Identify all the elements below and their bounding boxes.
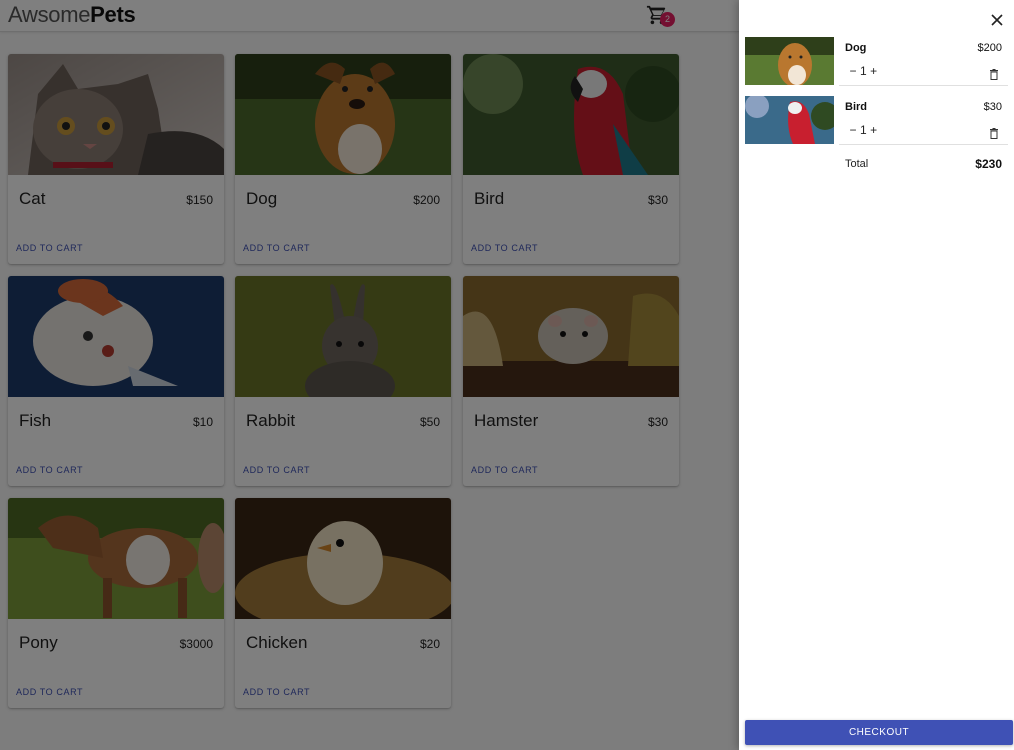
total-value: $230 bbox=[975, 157, 1002, 171]
quantity-stepper: − 1 + bbox=[848, 123, 879, 137]
checkout-button[interactable]: CHECKOUT bbox=[745, 720, 1013, 745]
trash-icon bbox=[990, 128, 998, 139]
divider bbox=[839, 144, 1008, 145]
cart-item-price: $200 bbox=[977, 42, 1002, 54]
delete-button[interactable] bbox=[989, 126, 999, 139]
quantity-value: 1 bbox=[860, 123, 867, 137]
cart-item-name: Dog bbox=[845, 42, 867, 54]
cart-item-name: Bird bbox=[845, 101, 867, 113]
increment-button[interactable]: + bbox=[869, 64, 879, 78]
quantity-value: 1 bbox=[860, 64, 867, 78]
quantity-stepper: − 1 + bbox=[848, 64, 879, 78]
cart-item-thumbnail bbox=[745, 96, 834, 144]
close-icon bbox=[991, 14, 1003, 26]
trash-icon bbox=[990, 69, 998, 80]
decrement-button[interactable]: − bbox=[848, 64, 858, 78]
delete-button[interactable] bbox=[989, 67, 999, 80]
close-button[interactable] bbox=[988, 11, 1006, 29]
cart-drawer: Dog $200 − 1 + Bird $30 − 1 + bbox=[739, 0, 1014, 750]
cart-item: Bird $30 − 1 + bbox=[745, 96, 1008, 146]
total-label: Total bbox=[845, 158, 869, 170]
increment-button[interactable]: + bbox=[869, 123, 879, 137]
cart-item-price: $30 bbox=[983, 101, 1002, 113]
divider bbox=[839, 85, 1008, 86]
cart-item-thumbnail bbox=[745, 37, 834, 85]
decrement-button[interactable]: − bbox=[848, 123, 858, 137]
cart-item: Dog $200 − 1 + bbox=[745, 37, 1008, 87]
